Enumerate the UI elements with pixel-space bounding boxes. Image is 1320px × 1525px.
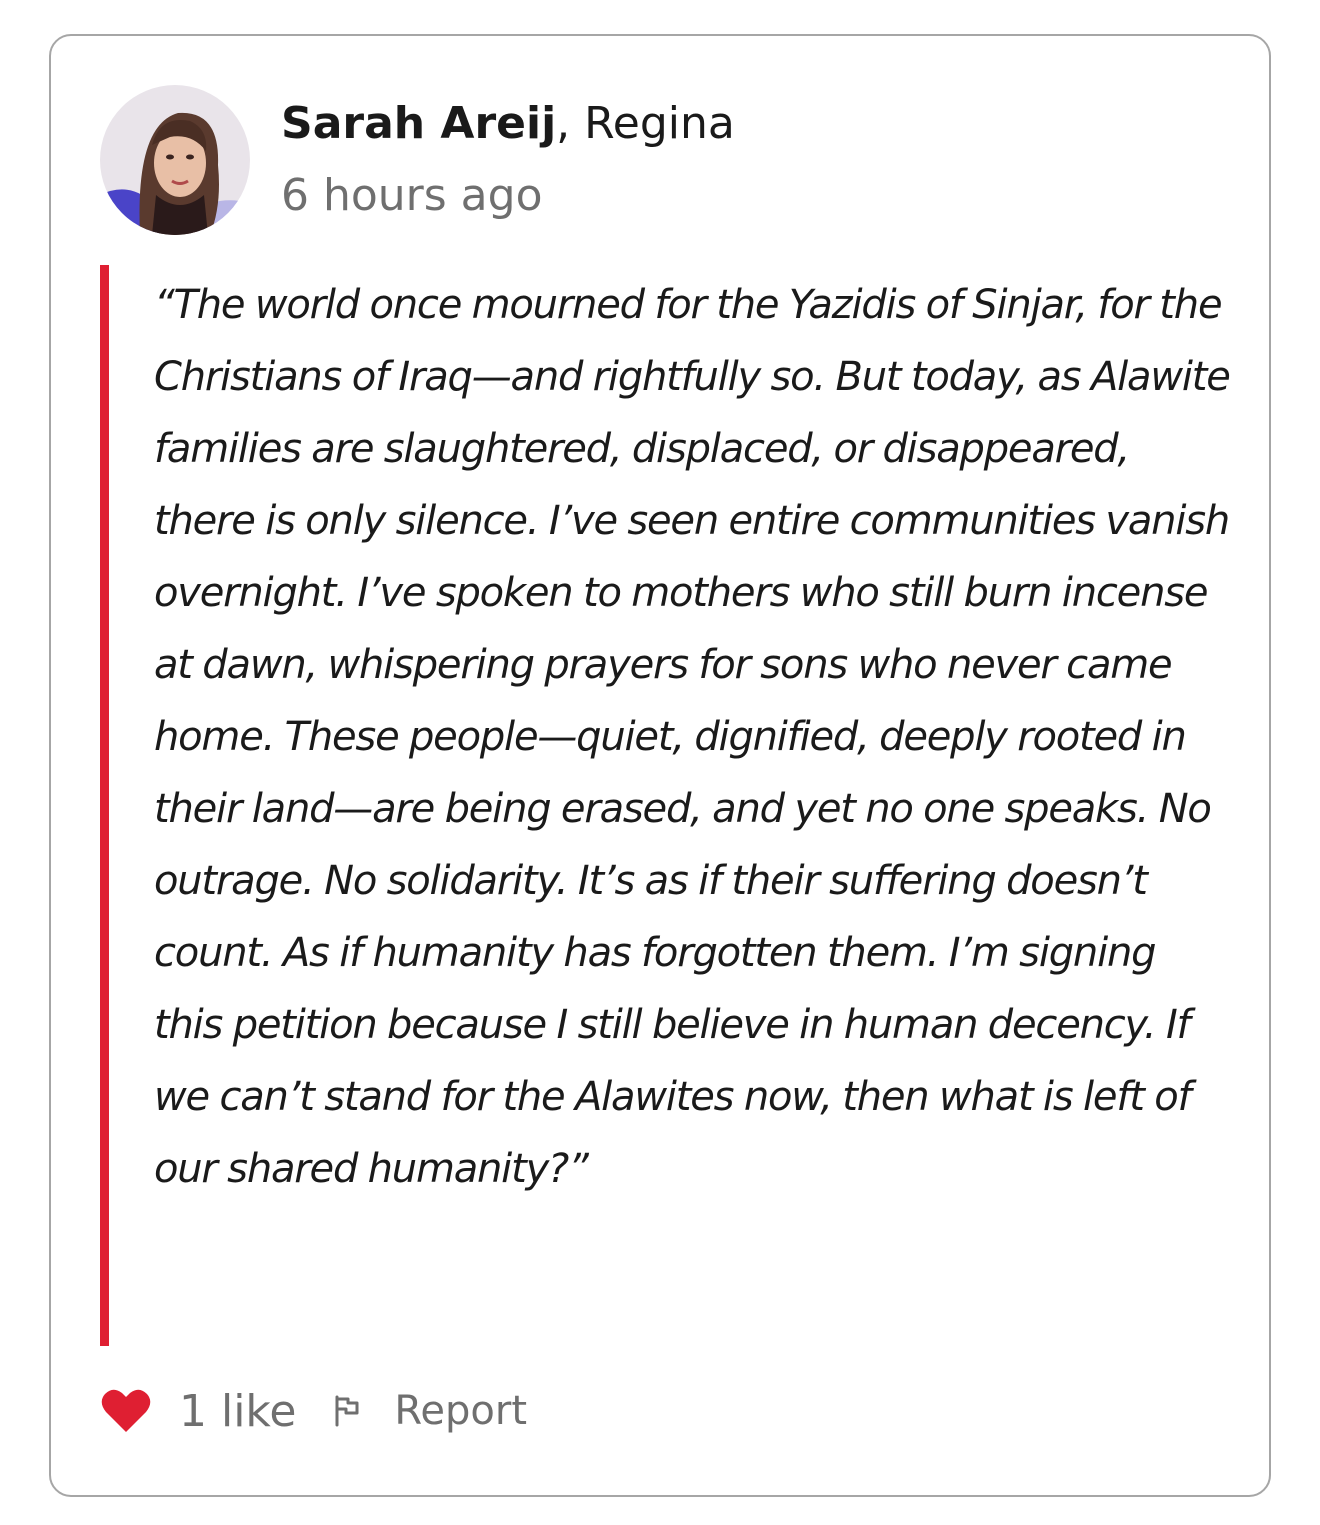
likes-count: 1 like [179, 1385, 297, 1437]
comment-timestamp: 6 hours ago [281, 170, 543, 221]
comment-card: Sarah Areij, Regina 6 hours ago “The wor… [49, 34, 1271, 1497]
quote-accent-bar [100, 265, 109, 1346]
heart-icon[interactable] [101, 1388, 151, 1434]
comment-quote: “The world once mourned for the Yazidis … [154, 282, 1231, 1192]
comment-actions: 1 like Report [101, 1381, 527, 1441]
author-name: Sarah Areij [281, 98, 557, 149]
flag-icon [332, 1395, 362, 1427]
report-label: Report [394, 1388, 528, 1434]
author-separator: , [556, 98, 585, 149]
author-line: Sarah Areij, Regina [281, 94, 735, 154]
report-button[interactable]: Report [332, 1388, 527, 1434]
author-location: Regina [584, 98, 735, 149]
avatar [100, 85, 250, 235]
